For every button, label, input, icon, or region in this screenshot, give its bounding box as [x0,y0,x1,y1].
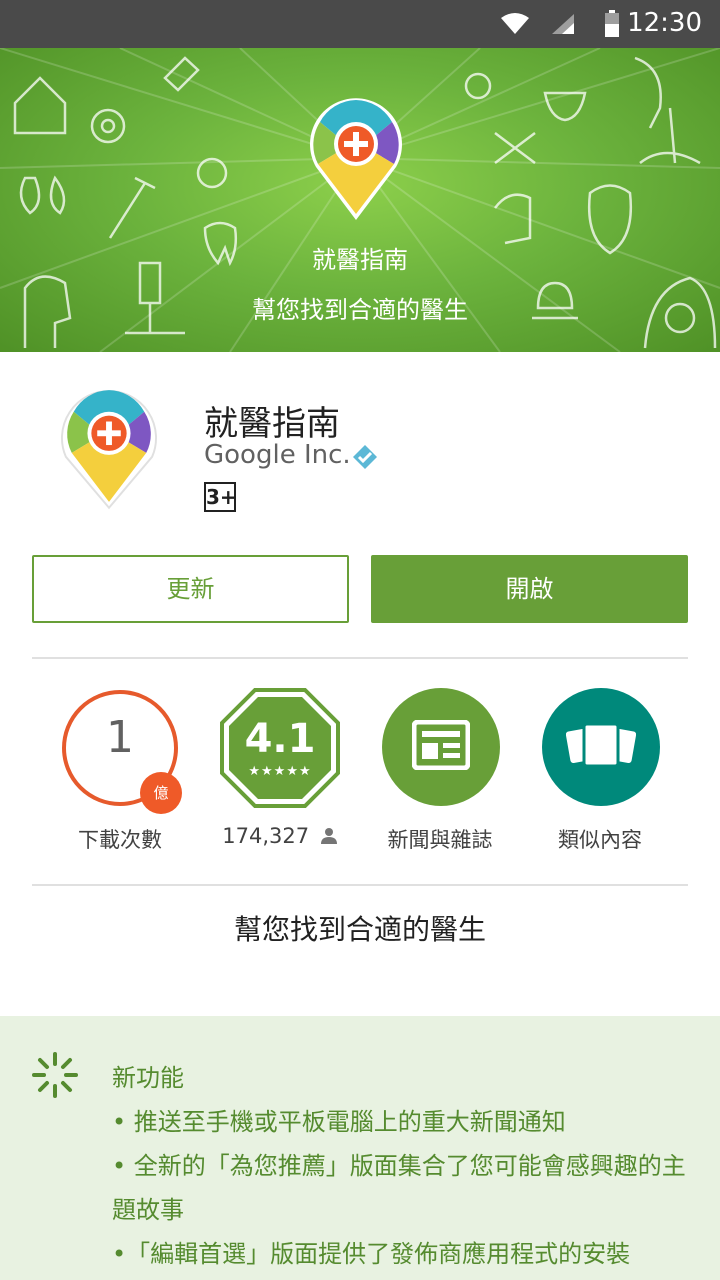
house-icon [13,76,67,135]
app-header: 就醫指南 Google Inc. 3+ [0,352,720,542]
hero-title: 就醫指南 [312,246,408,274]
mortar-icon [543,91,587,122]
scissors-icon [494,132,536,164]
whats-new-item: • 全新的「為您推薦」版面集合了您可能會感興趣的主題故事 [112,1152,686,1224]
app-logo-icon [61,390,157,510]
content-rating-badge: 3+ [204,482,237,512]
feature-graphic: 就醫指南 幫您找到合適的醫生 [0,48,720,352]
clock: 12:30 [627,8,702,38]
update-button[interactable]: 更新 [32,555,349,623]
skin-icon [639,107,701,165]
whats-new-sparkle-icon [32,1052,78,1098]
profile-icon [634,56,662,129]
neuron-icon [464,72,492,100]
similar-label: 類似內容 [558,828,642,852]
category-label: 新聞與雜誌 [387,828,493,852]
whats-new-title: 新功能 [112,1064,184,1092]
downloads-value: 1 [106,712,134,763]
downloads-label: 下載次數 [78,828,162,852]
rating-count-row: 174,327 [200,824,360,848]
app-name: 就醫指南 [204,404,340,444]
open-button[interactable]: 開啟 [371,555,688,623]
app-tagline[interactable]: 幫您找到合適的醫生 [0,908,720,948]
developer-link[interactable]: Google Inc. [204,440,351,470]
kidney-icon [19,175,66,215]
syringe-icon [108,176,156,239]
wifi-icon [501,13,529,34]
divider [32,884,688,886]
battery-icon [605,10,619,37]
rating-count: 174,327 [222,824,310,848]
eye-icon [90,108,126,144]
hero-subtitle: 幫您找到合適的醫生 [252,296,468,324]
bottle-icon [163,56,200,92]
divider [32,657,688,659]
downloads-unit-badge: 億 [140,772,182,814]
cards-icon [566,722,636,768]
virus-icon [196,157,228,189]
whats-new-item: • 推送至手機或平板電腦上的重大新聞通知 [112,1108,566,1136]
hero-logo-icon [310,98,402,220]
verified-badge-icon [353,445,377,469]
rating-stars: ★★★★★ [248,764,312,779]
signal-icon [552,14,574,34]
whats-new-item: •「編輯首選」版面提供了發佈商應用程式的安裝 [112,1240,631,1268]
newspaper-icon [412,720,470,770]
rating-value: 4.1 [244,716,316,762]
status-bar: 12:30 [0,0,720,48]
whats-new-list[interactable]: • 推送至手機或平板電腦上的重大新聞通知 • 全新的「為您推薦」版面集合了您可能… [112,1100,692,1276]
whats-new-section: 新功能 • 推送至手機或平板電腦上的重大新聞通知 • 全新的「為您推薦」版面集合… [0,1016,720,1280]
person-icon [320,828,337,844]
